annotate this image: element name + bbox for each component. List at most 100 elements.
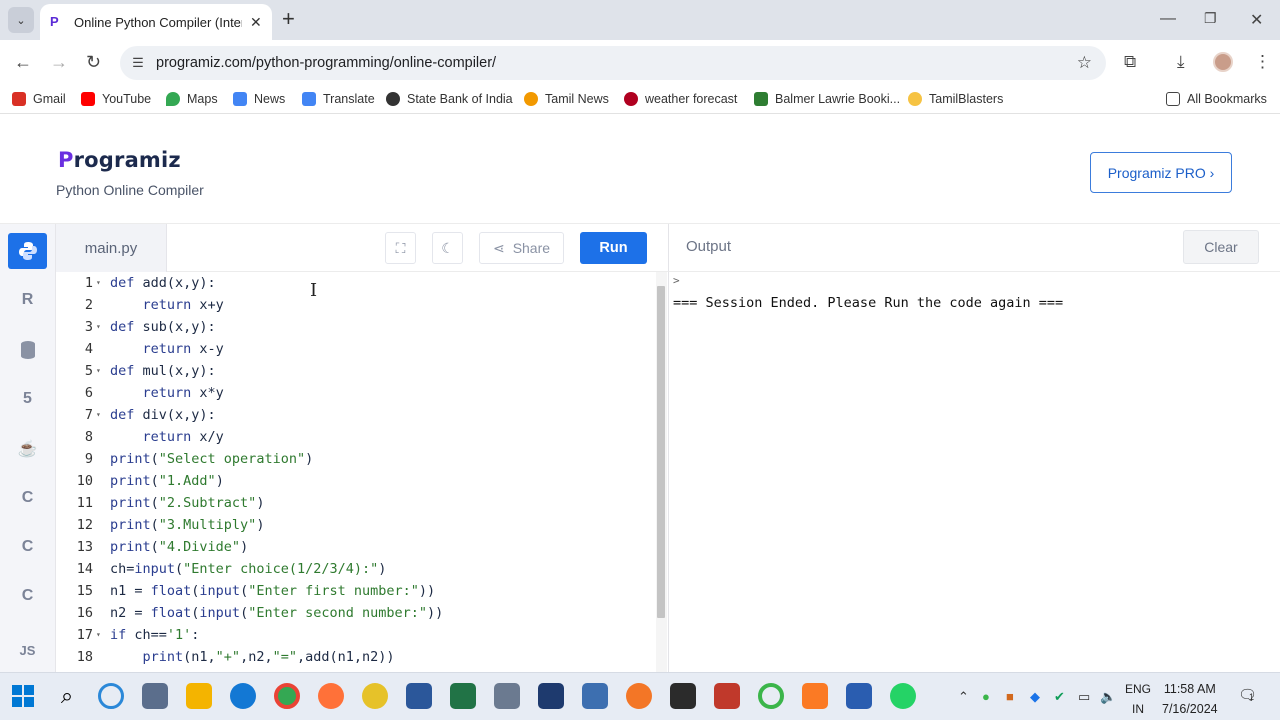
code-line[interactable]: 6 return x*y bbox=[56, 382, 656, 404]
code-line[interactable]: 15 n1 = float(input("Enter first number:"… bbox=[56, 580, 656, 602]
fold-arrow-icon[interactable]: ▾ bbox=[96, 316, 101, 338]
share-button[interactable]: ⋖ Share bbox=[479, 232, 564, 264]
whatsapp-icon[interactable] bbox=[890, 683, 916, 709]
c-icon[interactable]: C bbox=[8, 480, 47, 516]
cpp-icon[interactable]: C bbox=[8, 529, 47, 565]
app-icon[interactable] bbox=[362, 683, 388, 709]
tool-icon[interactable] bbox=[714, 683, 740, 709]
fold-arrow-icon[interactable]: ▾ bbox=[96, 272, 101, 294]
code-editor[interactable]: 1 ▾ def add(x,y): 2 return x+y 3 ▾ def sub(x,y… bbox=[56, 272, 658, 672]
utorrent-icon[interactable]: ● bbox=[982, 689, 990, 704]
fold-arrow-icon[interactable]: ▾ bbox=[96, 404, 101, 426]
fold-arrow-icon[interactable]: ▾ bbox=[96, 360, 101, 382]
editor-scrollbar-thumb[interactable] bbox=[657, 286, 665, 618]
bookmark-news[interactable]: News bbox=[233, 92, 285, 106]
code-line[interactable]: 8 return x/y bbox=[56, 426, 656, 448]
html5-icon[interactable]: 5 bbox=[8, 381, 47, 417]
jupyter-icon[interactable] bbox=[626, 683, 652, 709]
r-icon[interactable]: R bbox=[8, 282, 47, 318]
restore-button[interactable]: ❐ bbox=[1204, 10, 1217, 27]
cortana-icon[interactable] bbox=[98, 683, 124, 709]
programiz-logo[interactable]: Programiz bbox=[58, 148, 181, 172]
search-icon[interactable]: ⌕ bbox=[54, 683, 80, 709]
csharp-icon[interactable]: C bbox=[8, 578, 47, 614]
minimize-button[interactable]: — bbox=[1160, 10, 1176, 28]
devcpp-icon[interactable] bbox=[538, 683, 564, 709]
network-app-icon[interactable] bbox=[142, 683, 168, 709]
code-line[interactable]: 16 n2 = float(input("Enter second number:… bbox=[56, 602, 656, 624]
code-line[interactable]: 18 print(n1,"+",n2,"=",add(n1,n2)) bbox=[56, 646, 656, 668]
installer-icon[interactable] bbox=[846, 683, 872, 709]
bookmark-weather[interactable]: weather forecast bbox=[624, 92, 737, 106]
code-line[interactable]: 10 print("1.Add") bbox=[56, 470, 656, 492]
code-line[interactable]: 3 ▾ def sub(x,y): bbox=[56, 316, 656, 338]
tray-expand-icon[interactable]: ⌃ bbox=[958, 689, 969, 705]
code-line[interactable]: 13 print("4.Divide") bbox=[56, 536, 656, 558]
dark-mode-icon[interactable]: ☾ bbox=[432, 232, 463, 264]
notification-icon[interactable]: 🗨1 bbox=[1238, 686, 1257, 704]
code-line[interactable]: 17 ▾ if ch=='1': bbox=[56, 624, 656, 646]
system-clock[interactable]: 11:58 AM 7/16/2024 bbox=[1162, 679, 1218, 719]
word-icon[interactable] bbox=[406, 683, 432, 709]
terminal-icon[interactable] bbox=[670, 683, 696, 709]
python-icon[interactable] bbox=[8, 233, 47, 269]
output-console[interactable]: > === Session Ended. Please Run the code… bbox=[668, 272, 1280, 672]
reload-button[interactable]: ↻ bbox=[86, 53, 101, 71]
calculator-icon[interactable] bbox=[494, 683, 520, 709]
code-line[interactable]: 2 return x+y bbox=[56, 294, 656, 316]
volume-icon[interactable]: 🔈 bbox=[1100, 689, 1116, 705]
network-icon[interactable]: ▭ bbox=[1078, 689, 1090, 705]
chrome-icon[interactable] bbox=[274, 683, 300, 709]
programiz-pro-button[interactable]: Programiz PRO › bbox=[1090, 152, 1232, 193]
forward-button[interactable]: → bbox=[50, 53, 68, 71]
bookmark-star-icon[interactable]: ☆ bbox=[1077, 53, 1092, 73]
bookmark-sbi[interactable]: State Bank of India bbox=[386, 92, 513, 106]
security-icon[interactable]: ✔ bbox=[1054, 689, 1065, 705]
tray-app-icon[interactable]: ■ bbox=[1006, 689, 1014, 704]
js-icon[interactable]: JS bbox=[8, 632, 47, 668]
bookmark-maps[interactable]: Maps bbox=[166, 92, 218, 106]
address-bar[interactable]: ☰ programiz.com/python-programming/onlin… bbox=[120, 46, 1106, 80]
language-indicator[interactable]: ENG IN bbox=[1125, 679, 1151, 719]
downloads-icon[interactable]: ⤓ bbox=[1177, 53, 1185, 71]
start-icon[interactable] bbox=[10, 683, 36, 709]
all-bookmarks[interactable]: All Bookmarks bbox=[1166, 92, 1267, 106]
bookmark-gmail[interactable]: Gmail bbox=[12, 92, 66, 106]
file-explorer-icon[interactable] bbox=[186, 683, 212, 709]
code-line[interactable]: 12 print("3.Multiply") bbox=[56, 514, 656, 536]
excel-icon[interactable] bbox=[450, 683, 476, 709]
menu-icon[interactable]: ⋮ bbox=[1254, 53, 1271, 71]
java-icon[interactable]: ☕ bbox=[8, 431, 47, 467]
code-line[interactable]: 7 ▾ def div(x,y): bbox=[56, 404, 656, 426]
tab-search-button[interactable]: ⌄ bbox=[8, 7, 34, 33]
python-idle-icon[interactable] bbox=[582, 683, 608, 709]
code-line[interactable]: 5 ▾ def mul(x,y): bbox=[56, 360, 656, 382]
bookmark-tamilblasters[interactable]: TamilBlasters bbox=[908, 92, 1003, 106]
fold-arrow-icon[interactable]: ▾ bbox=[96, 624, 101, 646]
code-line[interactable]: 11 print("2.Subtract") bbox=[56, 492, 656, 514]
bookmark-balmer[interactable]: Balmer Lawrie Booki... bbox=[754, 92, 900, 106]
back-button[interactable]: ← bbox=[14, 53, 32, 71]
extensions-icon[interactable]: ⧉ bbox=[1124, 53, 1136, 71]
bookmark-translate[interactable]: Translate bbox=[302, 92, 375, 106]
close-window-button[interactable]: ✕ bbox=[1250, 10, 1263, 30]
sync-icon[interactable] bbox=[758, 683, 784, 709]
sql-icon[interactable] bbox=[8, 332, 47, 368]
clear-button[interactable]: Clear bbox=[1183, 230, 1259, 264]
fullscreen-icon[interactable]: ⛶ bbox=[385, 232, 416, 264]
profile-avatar[interactable] bbox=[1213, 52, 1233, 72]
run-button[interactable]: Run bbox=[580, 232, 647, 264]
defender-icon[interactable]: ◆ bbox=[1030, 689, 1040, 705]
edge-icon[interactable] bbox=[230, 683, 256, 709]
firefox-icon[interactable] bbox=[318, 683, 344, 709]
new-tab-button[interactable]: + bbox=[282, 8, 295, 30]
code-line[interactable]: 14 ch=input("Enter choice(1/2/3/4):") bbox=[56, 558, 656, 580]
site-info-icon[interactable]: ☰ bbox=[120, 55, 156, 71]
code-line[interactable]: 9 print("Select operation") bbox=[56, 448, 656, 470]
browser-tab[interactable]: P Online Python Compiler (Interp ✕ bbox=[40, 4, 272, 40]
code-line[interactable]: 1 ▾ def add(x,y): bbox=[56, 272, 656, 294]
xampp-icon[interactable] bbox=[802, 683, 828, 709]
file-tab[interactable]: main.py bbox=[56, 224, 167, 272]
bookmark-youtube[interactable]: YouTube bbox=[81, 92, 151, 106]
tab-close-icon[interactable]: ✕ bbox=[250, 14, 262, 31]
